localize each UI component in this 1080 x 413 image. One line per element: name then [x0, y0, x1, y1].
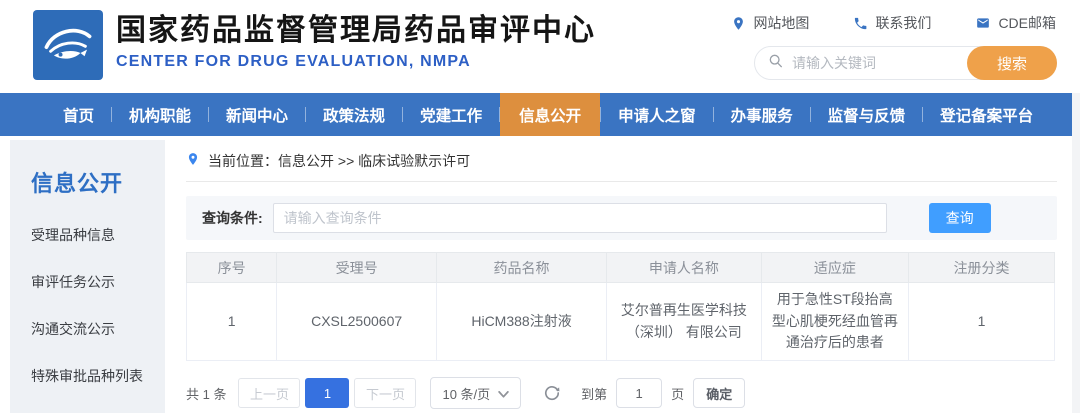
cde-fish-logo-icon	[39, 14, 97, 77]
sidebar: 信息公开 受理品种信息 审评任务公示 沟通交流公示 特殊审批品种列表 优先审评公…	[10, 140, 165, 413]
prev-page-button[interactable]: 上一页	[238, 378, 301, 409]
nav-item-policies[interactable]: 政策法规	[306, 93, 402, 136]
col-header-applicant: 申请人名称	[606, 252, 762, 283]
cell-drug-name: HiCM388注射液	[435, 281, 608, 362]
sitemap-link-label: 网站地图	[753, 15, 810, 31]
header-utility-links: 网站地图 联系我们 CDE邮箱	[731, 13, 1056, 33]
site-title-block: 国家药品监督管理局药品审评中心 CENTER FOR DRUG EVALUATI…	[116, 11, 596, 71]
cell-applicant: 艾尔普再生医学科技（深圳） 有限公司	[606, 281, 762, 362]
cell-indication: 用于急性ST段抬高型心肌梗死经血管再通治疗后的患者	[760, 281, 910, 362]
site-title-cn: 国家药品监督管理局药品审评中心	[116, 14, 596, 47]
breadcrumb-label: 当前位置：信息公开 >> 临床试验默示许可	[208, 152, 471, 169]
sidebar-item-review-tasks[interactable]: 审评任务公示	[31, 272, 165, 292]
contact-link-label: 联系我们	[875, 15, 932, 31]
nav-item-services[interactable]: 办事服务	[714, 93, 810, 136]
query-label: 查询条件:	[202, 210, 263, 226]
cell-seq: 1	[185, 281, 278, 362]
sitemap-link[interactable]: 网站地图	[731, 13, 809, 33]
col-header-drug-name: 药品名称	[435, 252, 608, 283]
sidebar-item-accepted-varieties[interactable]: 受理品种信息	[31, 225, 165, 245]
col-header-registration-class: 注册分类	[908, 252, 1055, 283]
nav-item-information-disclosure[interactable]: 信息公开	[500, 93, 601, 136]
page-right-gutter	[1072, 93, 1080, 413]
sidebar-item-special-approval-list[interactable]: 特殊审批品种列表	[31, 366, 165, 386]
query-bar: 查询条件: 查询	[186, 196, 1057, 240]
nav-item-applicant-window[interactable]: 申请人之窗	[601, 93, 713, 136]
site-search-bar: 搜索	[754, 46, 1057, 80]
table-header-row: 序号 受理号 药品名称 申请人名称 适应症 注册分类	[185, 252, 1055, 283]
nav-item-party-building[interactable]: 党建工作	[403, 93, 499, 136]
page-size-label: 10 条/页	[442, 386, 491, 402]
contact-link[interactable]: 联系我们	[853, 13, 931, 33]
sidebar-item-communication[interactable]: 沟通交流公示	[31, 319, 165, 339]
search-icon	[768, 53, 784, 74]
site-header: 国家药品监督管理局药品审评中心 CENTER FOR DRUG EVALUATI…	[0, 0, 1080, 93]
map-pin-icon	[731, 16, 746, 31]
cell-registration-class: 1	[908, 281, 1055, 362]
goto-confirm-button[interactable]: 确定	[693, 378, 746, 409]
query-input[interactable]	[272, 203, 887, 233]
col-header-acceptance-no: 受理号	[276, 252, 437, 283]
query-button[interactable]: 查询	[928, 203, 991, 233]
refresh-icon[interactable]	[543, 384, 561, 402]
pagination-total: 共 1 条	[186, 386, 227, 402]
site-search-button[interactable]: 搜索	[967, 46, 1057, 80]
nav-item-supervision-feedback[interactable]: 监督与反馈	[811, 93, 923, 136]
goto-page-group: 到第 页 确定	[581, 378, 746, 409]
main-nav: 首页 机构职能 新闻中心 政策法规 党建工作 信息公开 申请人之窗 办事服务 监…	[0, 93, 1072, 136]
nav-item-registration-platform[interactable]: 登记备案平台	[923, 93, 1050, 136]
cde-mail-link[interactable]: CDE邮箱	[975, 13, 1056, 33]
goto-prefix-label: 到第	[581, 386, 608, 402]
breadcrumb: 当前位置：信息公开 >> 临床试验默示许可	[186, 140, 1057, 182]
goto-page-input[interactable]	[616, 378, 663, 409]
table-row: 1 CXSL2500607 HiCM388注射液 艾尔普再生医学科技（深圳） 有…	[185, 281, 1055, 362]
page-size-select[interactable]: 10 条/页	[430, 377, 522, 410]
site-title-en: CENTER FOR DRUG EVALUATION, NMPA	[116, 53, 471, 70]
site-logo[interactable]	[33, 10, 103, 80]
goto-suffix-label: 页	[671, 386, 685, 402]
col-header-seq: 序号	[185, 252, 278, 283]
location-pin-icon	[186, 151, 200, 170]
nav-item-news[interactable]: 新闻中心	[209, 93, 305, 136]
col-header-indication: 适应症	[760, 252, 910, 283]
nav-item-home[interactable]: 首页	[46, 93, 111, 136]
chevron-down-icon	[498, 386, 509, 401]
nav-item-functions[interactable]: 机构职能	[112, 93, 208, 136]
results-table: 序号 受理号 药品名称 申请人名称 适应症 注册分类 1 CXSL2500607…	[185, 252, 1055, 362]
phone-icon	[853, 16, 868, 31]
cde-mail-link-label: CDE邮箱	[998, 15, 1056, 31]
pagination: 共 1 条 上一页 1 下一页 10 条/页 到第 页 确定	[186, 377, 1057, 410]
envelope-icon	[975, 16, 991, 30]
next-page-button[interactable]: 下一页	[354, 378, 417, 409]
sidebar-title: 信息公开	[31, 171, 124, 196]
current-page-button[interactable]: 1	[305, 378, 350, 409]
main-content: 当前位置：信息公开 >> 临床试验默示许可 查询条件: 查询 序号 受理号 药品…	[185, 140, 1057, 410]
cell-acceptance-no: CXSL2500607	[276, 281, 437, 362]
